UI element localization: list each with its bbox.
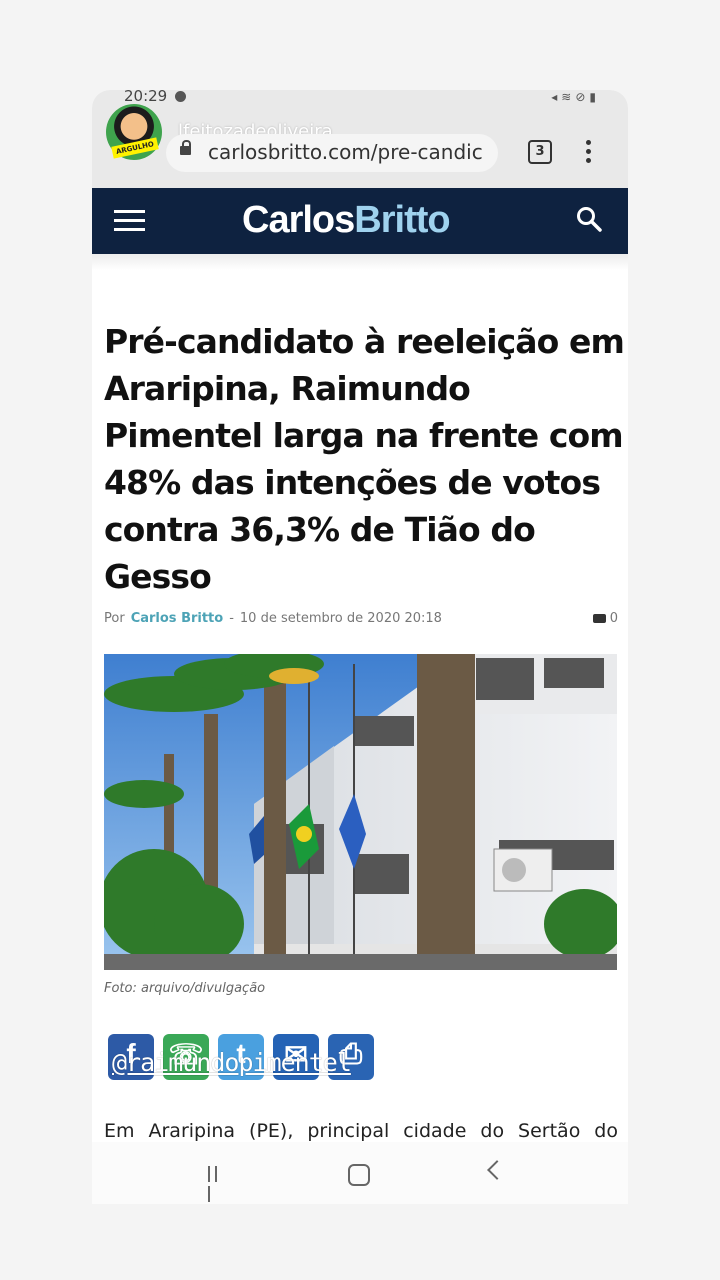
home-icon[interactable] — [348, 1164, 370, 1186]
notification-icon — [175, 91, 187, 102]
hamburger-icon[interactable] — [114, 210, 145, 232]
meta-separator: - — [229, 611, 234, 626]
photo-caption: Foto: arquivo/divulgação — [104, 981, 266, 996]
site-header: CarlosBritto — [92, 188, 628, 254]
mute-icon: ◂ — [551, 90, 562, 104]
status-bar: 20:29 — [124, 90, 187, 105]
logo-part2: Britto — [354, 199, 450, 241]
browser-chrome: 20:29 ◂≋⊘▮ ARGULHO lfeitozadeoliveira ca… — [92, 90, 628, 188]
system-nav-bar — [92, 1142, 628, 1204]
wifi-icon: ≋ — [561, 90, 576, 104]
article-title: Pré-candidato à reeleição em Araripina, … — [104, 322, 625, 596]
status-icons: ◂≋⊘▮ — [551, 90, 600, 104]
header-shadow — [92, 254, 628, 270]
site-logo[interactable]: CarlosBritto — [242, 198, 451, 242]
url-text[interactable]: carlosbritto.com/pre-candic — [208, 140, 490, 164]
menu-dots-icon[interactable] — [586, 140, 592, 166]
back-icon[interactable] — [487, 1160, 507, 1180]
recent-apps-icon[interactable] — [208, 1166, 228, 1202]
article-body: Em Araripina (PE), principal cidade do S… — [104, 1120, 618, 1142]
logo-part1: Carlos — [242, 199, 355, 241]
lock-icon — [180, 140, 191, 155]
dnd-icon: ⊘ — [575, 90, 590, 104]
status-time: 20:29 — [124, 90, 168, 105]
comment-count[interactable]: 0 — [592, 611, 618, 626]
battery-icon: ▮ — [589, 90, 600, 104]
search-icon[interactable] — [576, 206, 602, 232]
tabs-button[interactable]: 3 — [528, 140, 552, 164]
comment-count-value: 0 — [609, 611, 618, 626]
phone-screen: 20:29 ◂≋⊘▮ ARGULHO lfeitozadeoliveira ca… — [92, 90, 628, 1203]
story-mention-sticker[interactable]: @raimundopimentel — [112, 1048, 352, 1077]
article-date: 10 de setembro de 2020 20:18 — [239, 611, 442, 626]
article-meta: Por Carlos Britto -10 de setembro de 2020 … — [104, 611, 618, 626]
author-link[interactable]: Carlos Britto — [131, 611, 224, 626]
article-photo — [104, 654, 617, 970]
comment-icon — [592, 614, 606, 623]
address-bar[interactable]: carlosbritto.com/pre-candic — [166, 134, 498, 172]
by-label: Por — [104, 611, 125, 626]
